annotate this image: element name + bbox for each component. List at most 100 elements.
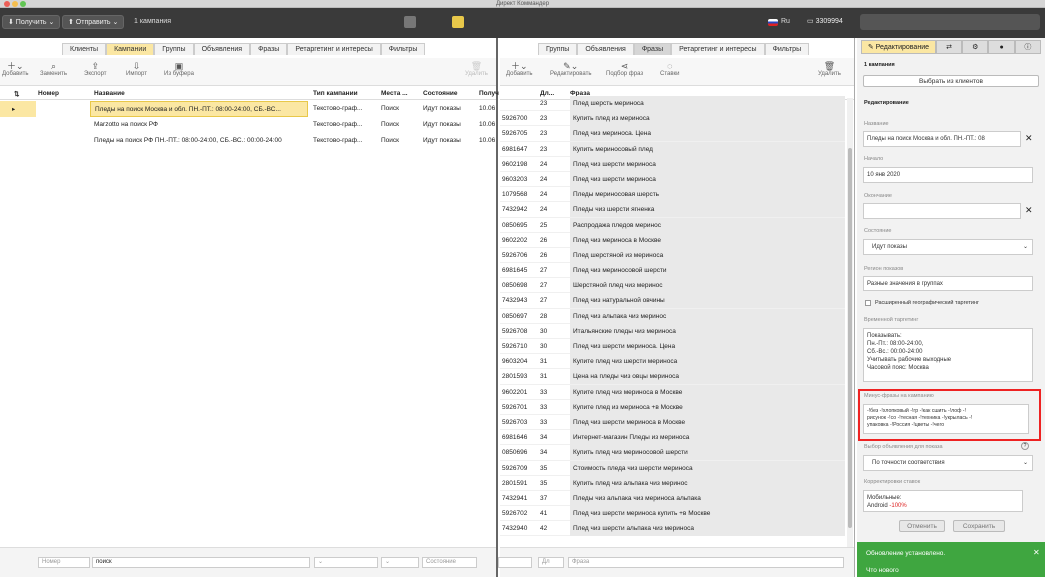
column-state[interactable]: Состояние — [423, 90, 458, 97]
delete-phrase-action[interactable]: 🗑 Удалить — [818, 61, 841, 77]
phrase-text[interactable]: Цена на пледы чиз овцы мериноса — [570, 369, 845, 385]
clear-end-date-icon[interactable]: ✕ — [1025, 205, 1033, 216]
phrase-row[interactable]: 0850698 27 Шерстяной плед чиз меринос — [500, 278, 845, 294]
phrase-text[interactable]: Плед чиз мериносовой шерсти — [570, 263, 845, 279]
phrase-text[interactable]: Купить плед чиз мериносовой шерсти — [570, 445, 845, 461]
campaign-name-input[interactable]: Пледы на поиск Москва и обл. ПН.-ПТ.: 08 — [863, 131, 1021, 147]
tab-clients[interactable]: Клиенты — [62, 43, 107, 55]
chat-icon[interactable]: ● — [988, 40, 1015, 54]
phrase-row[interactable]: 2801593 31 Цена на пледы чиз овцы мериноса — [500, 369, 845, 385]
toolbar-search-input[interactable] — [860, 14, 1040, 30]
delete-action[interactable]: 🗑 Удалить — [465, 61, 488, 77]
phrase-row[interactable]: 5926708 30 Итальянские пледы чиз мериноса — [500, 323, 845, 339]
phrase-text[interactable]: Купить плед из мериноса — [570, 111, 845, 127]
phrase-text[interactable]: Плед чиз шерсти мериноса. Цена — [570, 339, 845, 354]
phrase-row[interactable]: 9603204 31 Купите плед чиз шерсти мериноса — [500, 354, 845, 370]
phrase-row[interactable]: 5926700 23 Купить плед из мериноса — [500, 111, 845, 127]
tab-phrases[interactable]: Фразы — [250, 43, 288, 55]
cancel-button[interactable]: Отменить — [899, 520, 945, 532]
gear-icon[interactable]: ⚙ — [962, 40, 989, 54]
phrase-selection-action[interactable]: ⋖ Подбор фраз — [606, 61, 643, 77]
phrase-row[interactable]: 1079568 24 Пледы мериносовая шерсть — [500, 187, 845, 203]
phrase-row[interactable]: 5926706 26 Плед шерстяной из мериноса — [500, 247, 845, 264]
phrase-row[interactable]: 6981646 34 Интернет-магазин Пледы из мерин… — [500, 430, 845, 446]
export-action[interactable]: ⇪ Экспорт — [84, 61, 107, 77]
phrase-text[interactable]: Распродажа пледов меринос — [570, 217, 845, 233]
edit-action[interactable]: ✎⌄ Редактировать — [550, 61, 591, 77]
whats-new-link[interactable]: Что нового — [866, 567, 899, 574]
tab-campaigns[interactable]: Кампании — [106, 43, 155, 55]
phrase-text[interactable]: Шерстяной плед чиз меринос — [570, 278, 845, 294]
phrase-text[interactable]: Пледы чиз шерсти ягненка — [570, 202, 845, 218]
phrase-row[interactable]: 7432941 37 Пледы чиз альпака чиз мериноса … — [500, 490, 845, 507]
phrase-row[interactable]: 0850695 25 Распродажа пледов меринос — [500, 217, 845, 233]
phrase-text[interactable]: Интернет-магазин Пледы из мериноса — [570, 430, 845, 446]
phrase-row[interactable]: 0850697 28 Плед чиз альпака чиз меринос — [500, 308, 845, 324]
phrase-text[interactable]: Плед шерсть мериноса — [570, 96, 845, 111]
get-button[interactable]: ⬇ Получить ⌄ — [2, 15, 61, 29]
phrase-text[interactable]: Плед чиз шерсти мериноса — [570, 156, 845, 172]
phrases-scrollbar[interactable] — [847, 98, 853, 568]
add-phrase-action[interactable]: ＋⌄ Добавить — [506, 61, 533, 77]
bid-adjust-box[interactable]: Мобильные: Android -100% — [863, 490, 1023, 512]
column-number[interactable]: Номер — [38, 90, 59, 97]
clear-name-icon[interactable]: ✕ — [1025, 133, 1033, 144]
layout-toggle-icon[interactable] — [404, 16, 416, 28]
tab-groups[interactable]: Группы — [154, 43, 194, 55]
ad-choice-select[interactable]: По точности соответствия ⌄ — [863, 455, 1033, 471]
phrase-text[interactable]: Плед чиз натуральной овчины — [570, 293, 845, 309]
phrase-row[interactable]: 7432942 24 Пледы чиз шерсти ягненка — [500, 202, 845, 218]
phrase-row[interactable]: 0850696 34 Купить плед чиз мериносовой шер… — [500, 445, 845, 461]
close-notice-icon[interactable]: ✕ — [1033, 548, 1040, 557]
add-action[interactable]: ＋⌄ Добавить — [2, 61, 29, 77]
filter-phrase-input[interactable]: Фраза — [568, 557, 844, 568]
phrase-text[interactable]: Плед чиз мериноса в Москве — [570, 232, 845, 248]
column-place[interactable]: Места ... — [381, 90, 408, 97]
replace-action[interactable]: ⌕ Заменить — [40, 61, 67, 77]
phrase-row[interactable]: 5926705 23 Плед чиз мериноса. Цена — [500, 126, 845, 142]
import-action[interactable]: ⇩ Импорт — [126, 61, 147, 77]
row-name[interactable]: Пледы на поиск Москва и обл. ПН.-ПТ.: 08… — [90, 101, 308, 117]
phrase-text[interactable]: Стоимость пледа чиз шерсти мериноса — [570, 460, 845, 476]
tab-filters[interactable]: Фильтры — [764, 43, 810, 55]
save-button[interactable]: Сохранить — [953, 520, 1005, 532]
phrase-text[interactable]: Итальянские пледы чиз мериноса — [570, 323, 845, 339]
phrase-text[interactable]: Плед чиз шерсти мериноса в Москве — [570, 414, 845, 430]
tab-groups[interactable]: Группы — [538, 43, 578, 55]
phrase-row[interactable]: 5926710 30 Плед чиз шерсти мериноса. Цена — [500, 339, 845, 355]
tab-ads[interactable]: Объявления — [193, 43, 251, 55]
phrase-row[interactable]: 6981645 27 Плед чиз мериносовой шерсти — [500, 263, 845, 279]
phrase-text[interactable]: Купите плед чиз мериноса в Москве — [570, 384, 845, 400]
filter-type-select[interactable]: ⌄ — [314, 557, 378, 568]
help-icon[interactable]: ? — [1021, 442, 1029, 450]
time-targeting-box[interactable]: Показывать: Пн.-Пт.: 08:00-24:00, Сб.-Вс… — [863, 328, 1033, 382]
phrase-row[interactable]: 7432943 27 Плед чиз натуральной овчины — [500, 293, 845, 309]
phrase-row[interactable]: 5926702 41 Плед чиз шерсти мериноса купить… — [500, 506, 845, 522]
phrase-text[interactable]: Плед чиз шерсти мериноса — [570, 171, 845, 187]
column-type[interactable]: Тип кампании — [313, 90, 358, 97]
phrase-row[interactable]: 9602198 24 Плед чиз шерсти мериноса — [500, 156, 845, 172]
choose-client-button[interactable]: Выбрать из клиентов — [863, 75, 1039, 87]
table-row[interactable]: Marzotto на поиск РФ Текстово-граф... По… — [0, 117, 496, 133]
end-date-input[interactable] — [863, 203, 1021, 219]
column-flag[interactable]: ⇅ — [14, 90, 19, 98]
phrase-row[interactable]: 9602201 33 Купите плед чиз мериноса в Моск… — [500, 384, 845, 400]
phrase-text[interactable]: Купите плед чиз шерсти мериноса — [570, 354, 845, 370]
region-input[interactable]: Разные значения в группах — [863, 276, 1033, 291]
info-icon[interactable]: ⓘ — [1014, 40, 1041, 54]
tab-phrases[interactable]: Фразы — [633, 43, 672, 55]
state-select[interactable]: Идут показы ⌄ — [863, 239, 1033, 255]
column-name[interactable]: Название — [94, 90, 125, 97]
phrase-row[interactable]: 5926701 33 Купите плед из мериноса +в Моск… — [500, 399, 845, 415]
send-button[interactable]: ⬆ Отправить ⌄ — [62, 15, 125, 29]
tab-filters[interactable]: Фильтры — [380, 43, 426, 55]
tab-ads[interactable]: Объявления — [577, 43, 634, 55]
filter-id-input[interactable] — [498, 557, 532, 568]
phrase-row[interactable]: 9603203 24 Плед чиз шерсти мериноса — [500, 171, 845, 188]
phrase-row[interactable]: 5926709 35 Стоимость пледа чиз шерсти мери… — [500, 460, 845, 476]
filter-name-input[interactable]: поиск — [92, 557, 310, 568]
notes-icon[interactable] — [452, 16, 464, 28]
phrase-row[interactable]: 2801591 35 Купить плед чиз альпака чиз мер… — [500, 475, 845, 491]
tab-editing[interactable]: ✎ Редактирование — [861, 40, 936, 54]
table-row[interactable]: ▸ Пледы на поиск Москва и обл. ПН.-ПТ.: … — [0, 101, 496, 117]
